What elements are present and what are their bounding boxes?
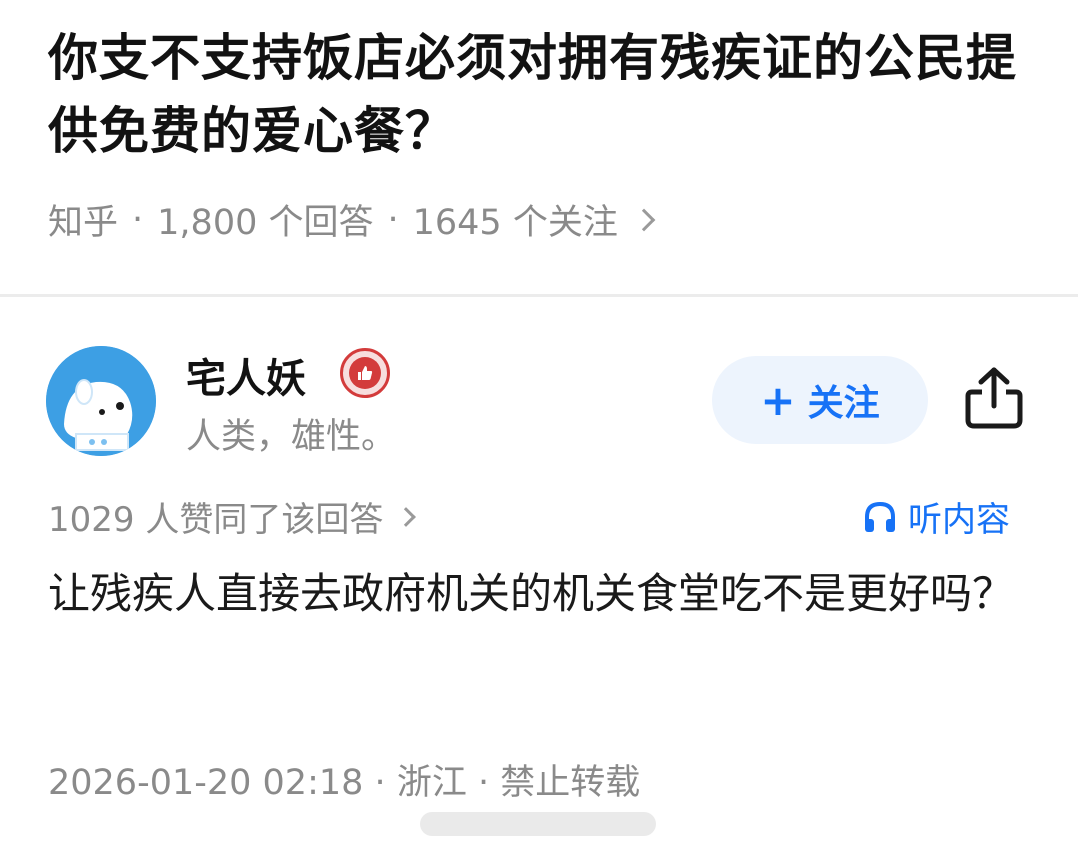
footer-separator: · <box>374 763 386 803</box>
vote-summary[interactable]: 1029 人赞同了该回答 <box>48 492 417 541</box>
listen-button[interactable]: 听内容 <box>862 492 1010 541</box>
meta-separator: · <box>387 199 399 240</box>
answer-footer: 2026-01-20 02:18 · 浙江 · 禁止转载 <box>48 754 640 805</box>
answer-count: 1,800 个回答 <box>157 203 374 243</box>
chevron-right-icon <box>396 506 417 527</box>
avatar[interactable] <box>46 346 156 456</box>
listen-label: 听内容 <box>908 500 1010 540</box>
follow-label: 关注 <box>807 383 880 424</box>
source-label: 知乎 <box>48 203 119 243</box>
meta-separator: · <box>132 199 144 240</box>
answer-page: 你支不支持饭店必须对拥有残疾证的公民提供免费的爱心餐？ 知乎 · 1,800 个… <box>0 0 1078 846</box>
watermark <box>420 812 656 836</box>
answer-datetime: 2026-01-20 02:18 <box>48 763 364 803</box>
footer-separator: · <box>477 763 490 803</box>
chevron-right-icon <box>632 208 656 231</box>
answer-content: 让残疾人直接去政府机关的机关食堂吃不是更好吗？ <box>48 569 1015 618</box>
question-title[interactable]: 你支不支持饭店必须对拥有残疾证的公民提供免费的爱心餐？ <box>48 22 1038 168</box>
avatar-image <box>46 346 156 456</box>
copyright-notice: 禁止转载 <box>500 763 641 803</box>
follower-count: 1645 个关注 <box>412 203 618 243</box>
section-divider <box>0 294 1078 297</box>
author-bio: 人类，雄性。 <box>186 417 397 457</box>
author-name[interactable]: 宅人妖 <box>186 346 306 404</box>
thumbs-up-badge-icon[interactable] <box>340 348 390 398</box>
headphones-icon <box>865 501 895 532</box>
vote-count: 1029 人赞同了该回答 <box>48 500 384 540</box>
share-icon[interactable] <box>962 364 1026 430</box>
plus-icon: + <box>760 375 796 425</box>
question-meta[interactable]: 知乎 · 1,800 个回答 · 1645 个关注 <box>48 194 656 245</box>
follow-button[interactable]: + 关注 <box>712 356 928 444</box>
answer-location: 浙江 <box>396 763 467 803</box>
